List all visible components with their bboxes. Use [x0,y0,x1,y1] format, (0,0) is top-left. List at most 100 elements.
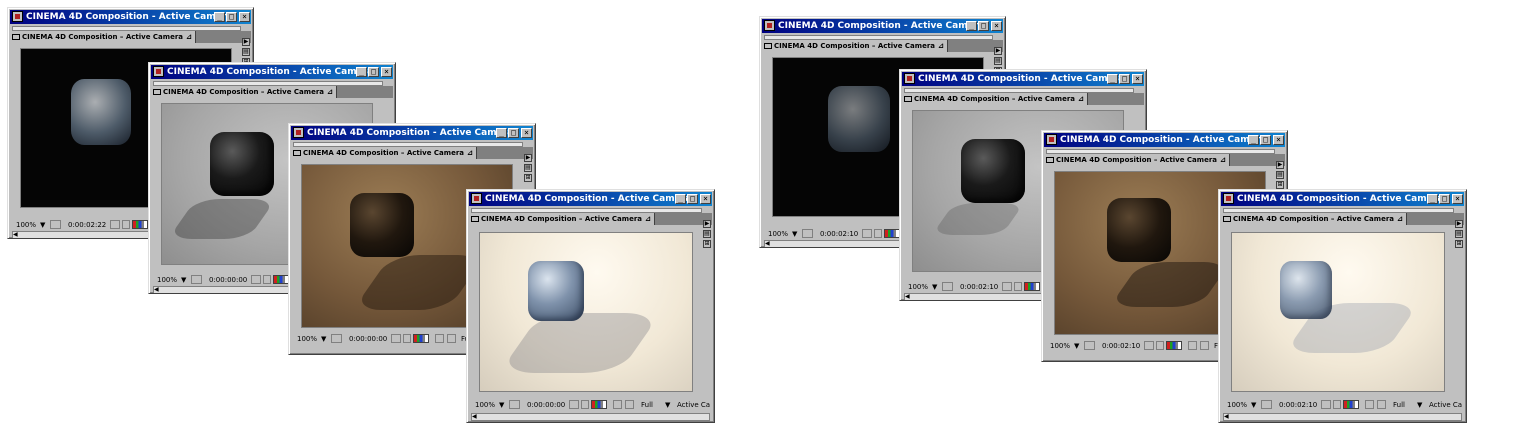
zoom-dropdown-icon[interactable]: ▼ [499,400,504,411]
close-button[interactable]: × [381,67,392,77]
minimize-button[interactable]: _ [496,128,507,138]
snapshot-icon[interactable] [1321,400,1331,409]
grid-icon[interactable]: ▤ [1276,171,1284,179]
tab-menu-icon[interactable]: ⊿ [645,213,651,225]
region-icon[interactable] [50,220,61,229]
channels-icon[interactable] [132,220,148,229]
channels-icon[interactable] [1343,400,1359,409]
timecode[interactable]: 0:00:02:10 [1102,341,1140,352]
close-button[interactable]: × [700,194,711,204]
channels-icon[interactable] [1024,282,1040,291]
tab-menu-icon[interactable]: ⊿ [1078,93,1084,105]
close-button[interactable]: × [239,12,250,22]
channels-icon[interactable] [591,400,607,409]
lock-icon[interactable] [122,220,130,229]
composition-tab[interactable]: CINEMA 4D Composition – Active Camera ⊿ [291,147,477,159]
close-button[interactable]: × [1132,74,1143,84]
zoom-dropdown-icon[interactable]: ▼ [1251,400,1256,411]
grid-icon[interactable]: ▤ [994,57,1002,65]
composition-window[interactable]: CINEMA 4D Composition - Active Camera _ … [466,189,715,423]
transparency-icon[interactable] [1365,400,1374,409]
title-bar[interactable]: CINEMA 4D Composition - Active Camera _ … [291,126,533,140]
zoom-dropdown-icon[interactable]: ▼ [181,275,186,286]
maximize-button[interactable]: □ [1119,74,1130,84]
arrow-right-icon[interactable]: ▶ [994,47,1002,55]
close-button[interactable]: × [1452,194,1463,204]
region-icon[interactable] [331,334,342,343]
close-button[interactable]: × [991,21,1002,31]
lock-icon[interactable] [263,275,271,284]
grid-icon[interactable]: ▤ [703,230,711,238]
resolution-dropdown-icon[interactable]: ▼ [1417,400,1422,411]
close-button[interactable]: × [1273,135,1284,145]
snapshot-icon[interactable] [391,334,401,343]
mask-icon[interactable] [625,400,634,409]
close-button[interactable]: × [521,128,532,138]
transparency-icon[interactable] [613,400,622,409]
viewport[interactable] [479,232,693,392]
lock-icon[interactable] [1156,341,1164,350]
zoom-dropdown-icon[interactable]: ▼ [792,229,797,240]
region-icon[interactable] [509,400,520,409]
composition-tab[interactable]: CINEMA 4D Composition – Active Camera ⊿ [10,31,196,43]
flowchart-icon[interactable]: ⊞ [1276,181,1284,189]
minimize-button[interactable]: _ [214,12,225,22]
tab-menu-icon[interactable]: ⊿ [186,31,192,43]
tab-menu-icon[interactable]: ⊿ [1397,213,1403,225]
region-icon[interactable] [191,275,202,284]
tab-menu-icon[interactable]: ⊿ [327,86,333,98]
arrow-right-icon[interactable]: ▶ [242,38,250,46]
timecode[interactable]: 0:00:00:00 [349,334,387,345]
minimize-button[interactable]: _ [1107,74,1118,84]
snapshot-icon[interactable] [1002,282,1012,291]
horizontal-scrollbar[interactable]: ◀ [1223,413,1462,421]
minimize-button[interactable]: _ [356,67,367,77]
mask-icon[interactable] [1200,341,1209,350]
zoom-value[interactable]: 100% [908,282,928,293]
minimize-button[interactable]: _ [675,194,686,204]
horizontal-scrollbar[interactable]: ◀ [471,413,710,421]
region-icon[interactable] [1261,400,1272,409]
resolution-dropdown-icon[interactable]: ▼ [665,400,670,411]
composition-tab[interactable]: CINEMA 4D Composition – Active Camera ⊿ [1044,154,1230,166]
grid-icon[interactable]: ▤ [242,48,250,56]
maximize-button[interactable]: □ [1439,194,1450,204]
arrow-right-icon[interactable]: ▶ [1455,220,1463,228]
zoom-dropdown-icon[interactable]: ▼ [1074,341,1079,352]
zoom-value[interactable]: 100% [157,275,177,286]
camera-value[interactable]: Active Ca [677,400,710,411]
minimize-button[interactable]: _ [966,21,977,31]
lock-icon[interactable] [874,229,882,238]
maximize-button[interactable]: □ [1260,135,1271,145]
composition-window[interactable]: CINEMA 4D Composition - Active Camera _ … [1218,189,1467,423]
minimize-button[interactable]: _ [1427,194,1438,204]
composition-tab[interactable]: CINEMA 4D Composition – Active Camera ⊿ [151,86,337,98]
composition-tab[interactable]: CINEMA 4D Composition – Active Camera ⊿ [469,213,655,225]
zoom-value[interactable]: 100% [297,334,317,345]
zoom-dropdown-icon[interactable]: ▼ [40,220,45,231]
transparency-icon[interactable] [435,334,444,343]
snapshot-icon[interactable] [569,400,579,409]
maximize-button[interactable]: □ [226,12,237,22]
timecode[interactable]: 0:00:00:00 [527,400,565,411]
region-icon[interactable] [802,229,813,238]
grid-icon[interactable]: ▤ [524,164,532,172]
maximize-button[interactable]: □ [508,128,519,138]
zoom-dropdown-icon[interactable]: ▼ [321,334,326,345]
title-bar[interactable]: CINEMA 4D Composition - Active Camera _ … [1044,133,1285,147]
timecode[interactable]: 0:00:02:10 [960,282,998,293]
timecode[interactable]: 0:00:02:10 [820,229,858,240]
maximize-button[interactable]: □ [978,21,989,31]
lock-icon[interactable] [581,400,589,409]
snapshot-icon[interactable] [1144,341,1154,350]
arrow-right-icon[interactable]: ▶ [1276,161,1284,169]
zoom-value[interactable]: 100% [475,400,495,411]
zoom-value[interactable]: 100% [768,229,788,240]
timecode[interactable]: 0:00:02:22 [68,220,106,231]
composition-tab[interactable]: CINEMA 4D Composition – Active Camera ⊿ [762,40,948,52]
channels-icon[interactable] [273,275,289,284]
tab-menu-icon[interactable]: ⊿ [938,40,944,52]
arrow-right-icon[interactable]: ▶ [524,154,532,162]
resolution-value[interactable]: Full [641,400,653,411]
title-bar[interactable]: CINEMA 4D Composition - Active Camera _ … [762,19,1003,33]
